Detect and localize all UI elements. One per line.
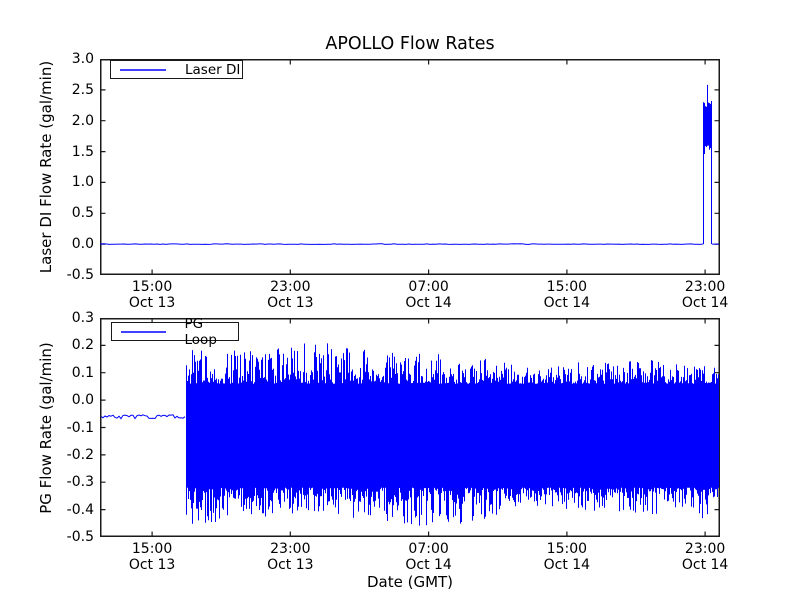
y-tick-label: 0.0 <box>71 392 94 409</box>
y-tick-label: 3.0 <box>71 51 94 67</box>
y-tick-label: -0.5 <box>66 529 94 545</box>
pg-loop-plot <box>100 318 720 537</box>
chart-title: APOLLO Flow Rates <box>325 34 495 54</box>
x-tick-date-label: Oct 14 <box>405 557 452 573</box>
laser-di-plot <box>100 59 720 275</box>
y-tick-label: -0.2 <box>66 446 94 463</box>
y-tick-label: 1.0 <box>71 174 94 191</box>
x-tick-time-label: 07:00 <box>408 541 449 557</box>
x-tick-date-label: Oct 14 <box>405 295 452 311</box>
legend-laser-di: Laser DI <box>110 60 243 79</box>
y-tick-label: 2.0 <box>71 112 94 129</box>
x-axis-label: Date (GMT) <box>366 573 454 591</box>
x-tick-date-label: Oct 13 <box>128 295 176 311</box>
y-tick-label: -0.3 <box>66 474 94 491</box>
legend-line-sample-icon <box>120 68 166 71</box>
x-tick-date-label: Oct 13 <box>267 295 314 311</box>
x-tick-time-label: 15:00 <box>546 279 588 295</box>
y-tick-label: -0.4 <box>66 501 94 518</box>
y-tick-label: 0.3 <box>71 310 94 326</box>
legend-pg-loop: PG Loop <box>111 316 239 348</box>
legend-line-sample-icon <box>121 330 166 333</box>
y-tick-label: 2.5 <box>71 81 94 98</box>
x-tick-time-label: 07:00 <box>408 279 449 295</box>
y-tick-label: 0.1 <box>71 364 94 381</box>
x-tick-time-label: 15:00 <box>131 279 173 295</box>
legend-label-laser-di: Laser DI <box>185 61 241 78</box>
x-tick-date-label: Oct 14 <box>543 295 591 311</box>
x-tick-time-label: 15:00 <box>131 541 173 557</box>
x-tick-date-label: Oct 13 <box>267 557 314 573</box>
x-tick-time-label: 23:00 <box>270 541 311 557</box>
y-tick-label: -0.1 <box>66 419 94 436</box>
x-tick-time-label: 23:00 <box>684 279 726 295</box>
figure: APOLLO Flow Rates Laser DI Flow Rate (ga… <box>0 0 800 600</box>
x-tick-date-label: Oct 14 <box>543 557 591 573</box>
x-tick-time-label: 23:00 <box>270 279 311 295</box>
x-tick-time-label: 15:00 <box>546 541 588 557</box>
x-tick-date-label: Oct 13 <box>128 557 176 573</box>
x-tick-date-label: Oct 14 <box>681 295 729 311</box>
y-tick-label: 0.2 <box>71 337 94 354</box>
x-tick-date-label: Oct 14 <box>681 557 729 573</box>
y-tick-label: 1.5 <box>71 143 94 160</box>
y-tick-label: 0.0 <box>71 236 94 253</box>
legend-label-pg-loop: PG Loop <box>184 315 217 348</box>
y-tick-label: 0.5 <box>71 205 94 222</box>
y-tick-label: -0.5 <box>66 267 94 283</box>
x-tick-time-label: 23:00 <box>684 541 726 557</box>
